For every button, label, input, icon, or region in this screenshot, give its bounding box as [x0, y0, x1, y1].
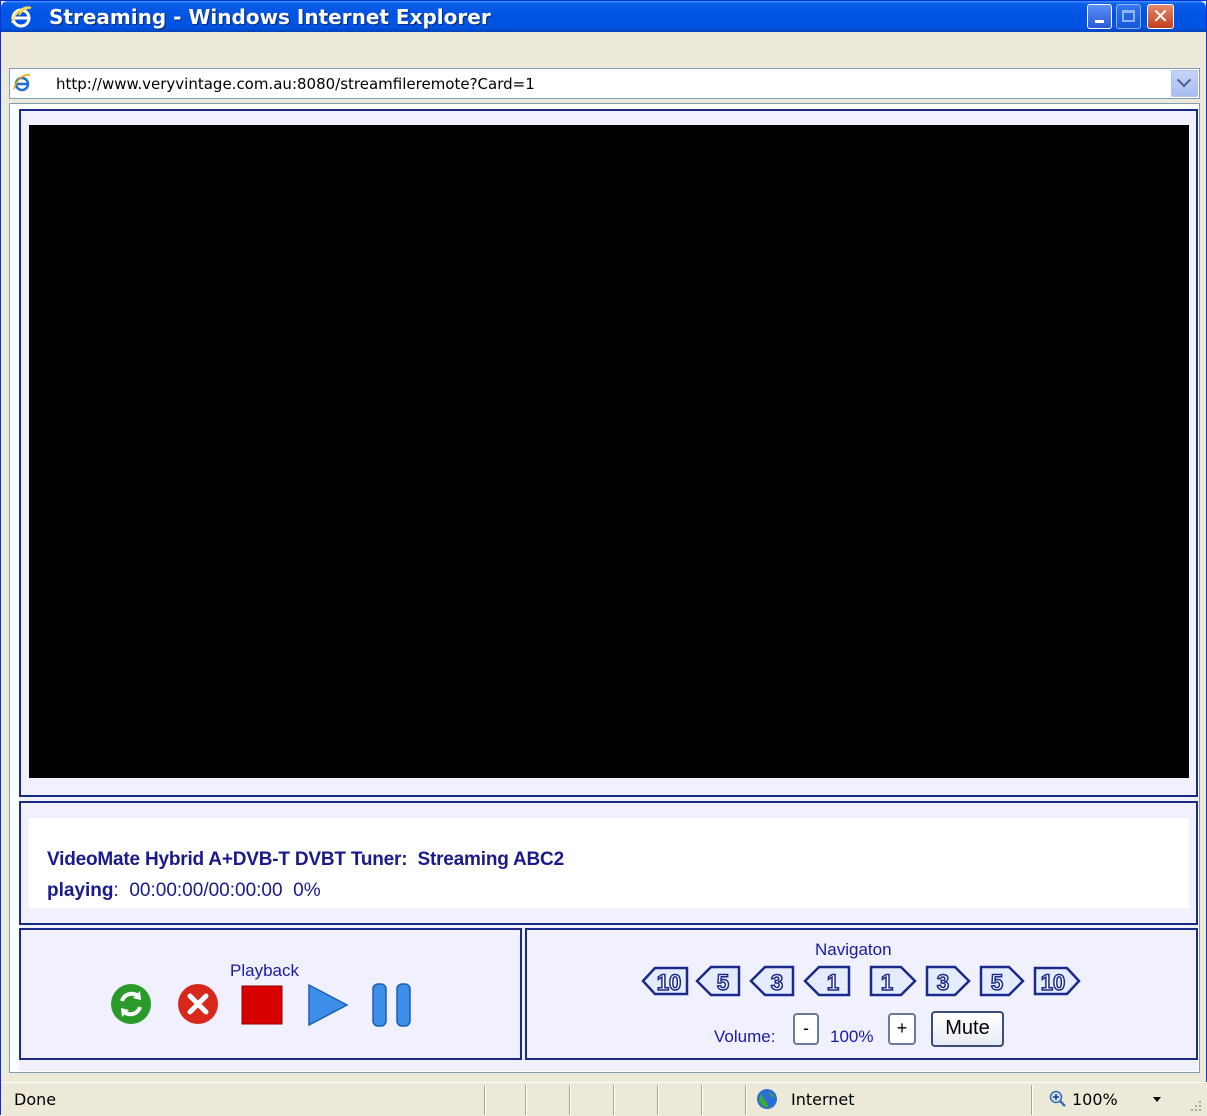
maximize-icon — [1122, 10, 1135, 22]
resize-grip-icon[interactable] — [1187, 1097, 1203, 1113]
zone-label: Internet — [791, 1090, 855, 1109]
volume-down-button[interactable]: - — [793, 1013, 819, 1045]
percent-value: 0% — [293, 880, 321, 901]
skip-forward-1-button[interactable]: 1 — [869, 964, 917, 998]
volume-value: 100% — [830, 1027, 874, 1046]
status-divider — [613, 1085, 615, 1115]
volume-up-button[interactable]: + — [888, 1013, 916, 1045]
skip-back-10-label: 10 — [657, 970, 681, 995]
navigation-title: Navigaton — [815, 940, 892, 959]
minimize-icon — [1095, 20, 1104, 23]
status-text: Done — [14, 1090, 57, 1109]
status-separator: : — [113, 880, 119, 901]
close-window-button[interactable]: ✕ — [1147, 4, 1174, 29]
tuner-label: VideoMate Hybrid A+DVB-T DVBT Tuner: — [47, 849, 408, 870]
status-divider — [1031, 1085, 1033, 1115]
mute-button[interactable]: Mute — [931, 1011, 1004, 1047]
status-divider — [745, 1085, 747, 1115]
status-bar — [1, 1082, 1207, 1116]
pause-button[interactable] — [371, 983, 413, 1027]
skip-forward-5-label: 5 — [991, 970, 1003, 995]
internet-zone-icon — [757, 1089, 777, 1109]
skip-back-3-label: 3 — [771, 970, 783, 995]
chevron-down-icon — [1176, 73, 1192, 88]
status-divider — [701, 1085, 703, 1115]
maximize-button[interactable] — [1116, 4, 1141, 29]
skip-back-5-label: 5 — [717, 970, 729, 995]
url-text: http://www.veryvintage.com.au:8080/strea… — [56, 75, 535, 93]
skip-forward-1-label: 1 — [881, 970, 893, 995]
close-icon: ✕ — [1152, 4, 1169, 28]
playing-label: playing — [47, 880, 114, 901]
playback-title: Playback — [230, 961, 299, 980]
close-stream-button[interactable] — [176, 982, 220, 1026]
skip-back-5-button[interactable]: 5 — [695, 964, 741, 998]
skip-forward-10-button[interactable]: 10 — [1033, 964, 1081, 998]
address-dropdown-button[interactable] — [1171, 70, 1198, 97]
status-divider — [525, 1085, 527, 1115]
title-bar[interactable]: Streaming - Windows Internet Explorer ✕ — [1, 1, 1206, 32]
minimize-button[interactable] — [1087, 4, 1112, 29]
skip-forward-5-button[interactable]: 5 — [979, 964, 1025, 998]
internet-explorer-icon — [11, 6, 32, 28]
address-bar[interactable]: http://www.veryvintage.com.au:8080/strea… — [9, 68, 1200, 99]
zoom-icon[interactable] — [1049, 1090, 1067, 1108]
skip-forward-10-label: 10 — [1041, 970, 1065, 995]
skip-back-1-button[interactable]: 1 — [803, 964, 851, 998]
zoom-level[interactable]: 100% — [1072, 1090, 1118, 1109]
video-player[interactable] — [29, 125, 1189, 778]
status-divider — [484, 1085, 486, 1115]
volume-label: Volume: — [714, 1027, 776, 1046]
tuner-line: VideoMate Hybrid A+DVB-T DVBT Tuner: Str… — [47, 849, 564, 871]
play-button[interactable] — [305, 983, 349, 1027]
page-ie-icon — [13, 74, 31, 92]
zoom-dropdown-icon[interactable] — [1153, 1097, 1161, 1102]
status-line: playing: 00:00:00/00:00:00 0% — [47, 880, 321, 902]
status-divider — [657, 1085, 659, 1115]
window-title: Streaming - Windows Internet Explorer — [49, 5, 491, 29]
skip-forward-3-label: 3 — [937, 970, 949, 995]
refresh-button[interactable] — [109, 982, 153, 1026]
stream-label: Streaming ABC2 — [417, 849, 565, 870]
browser-window: Streaming - Windows Internet Explorer ✕ … — [0, 0, 1207, 1116]
skip-back-10-button[interactable]: 10 — [641, 964, 689, 998]
skip-back-1-label: 1 — [827, 970, 839, 995]
time-value: 00:00:00/00:00:00 — [129, 880, 283, 901]
skip-forward-3-button[interactable]: 3 — [925, 964, 971, 998]
status-divider — [569, 1085, 571, 1115]
skip-back-3-button[interactable]: 3 — [749, 964, 795, 998]
stop-button[interactable] — [241, 985, 283, 1025]
